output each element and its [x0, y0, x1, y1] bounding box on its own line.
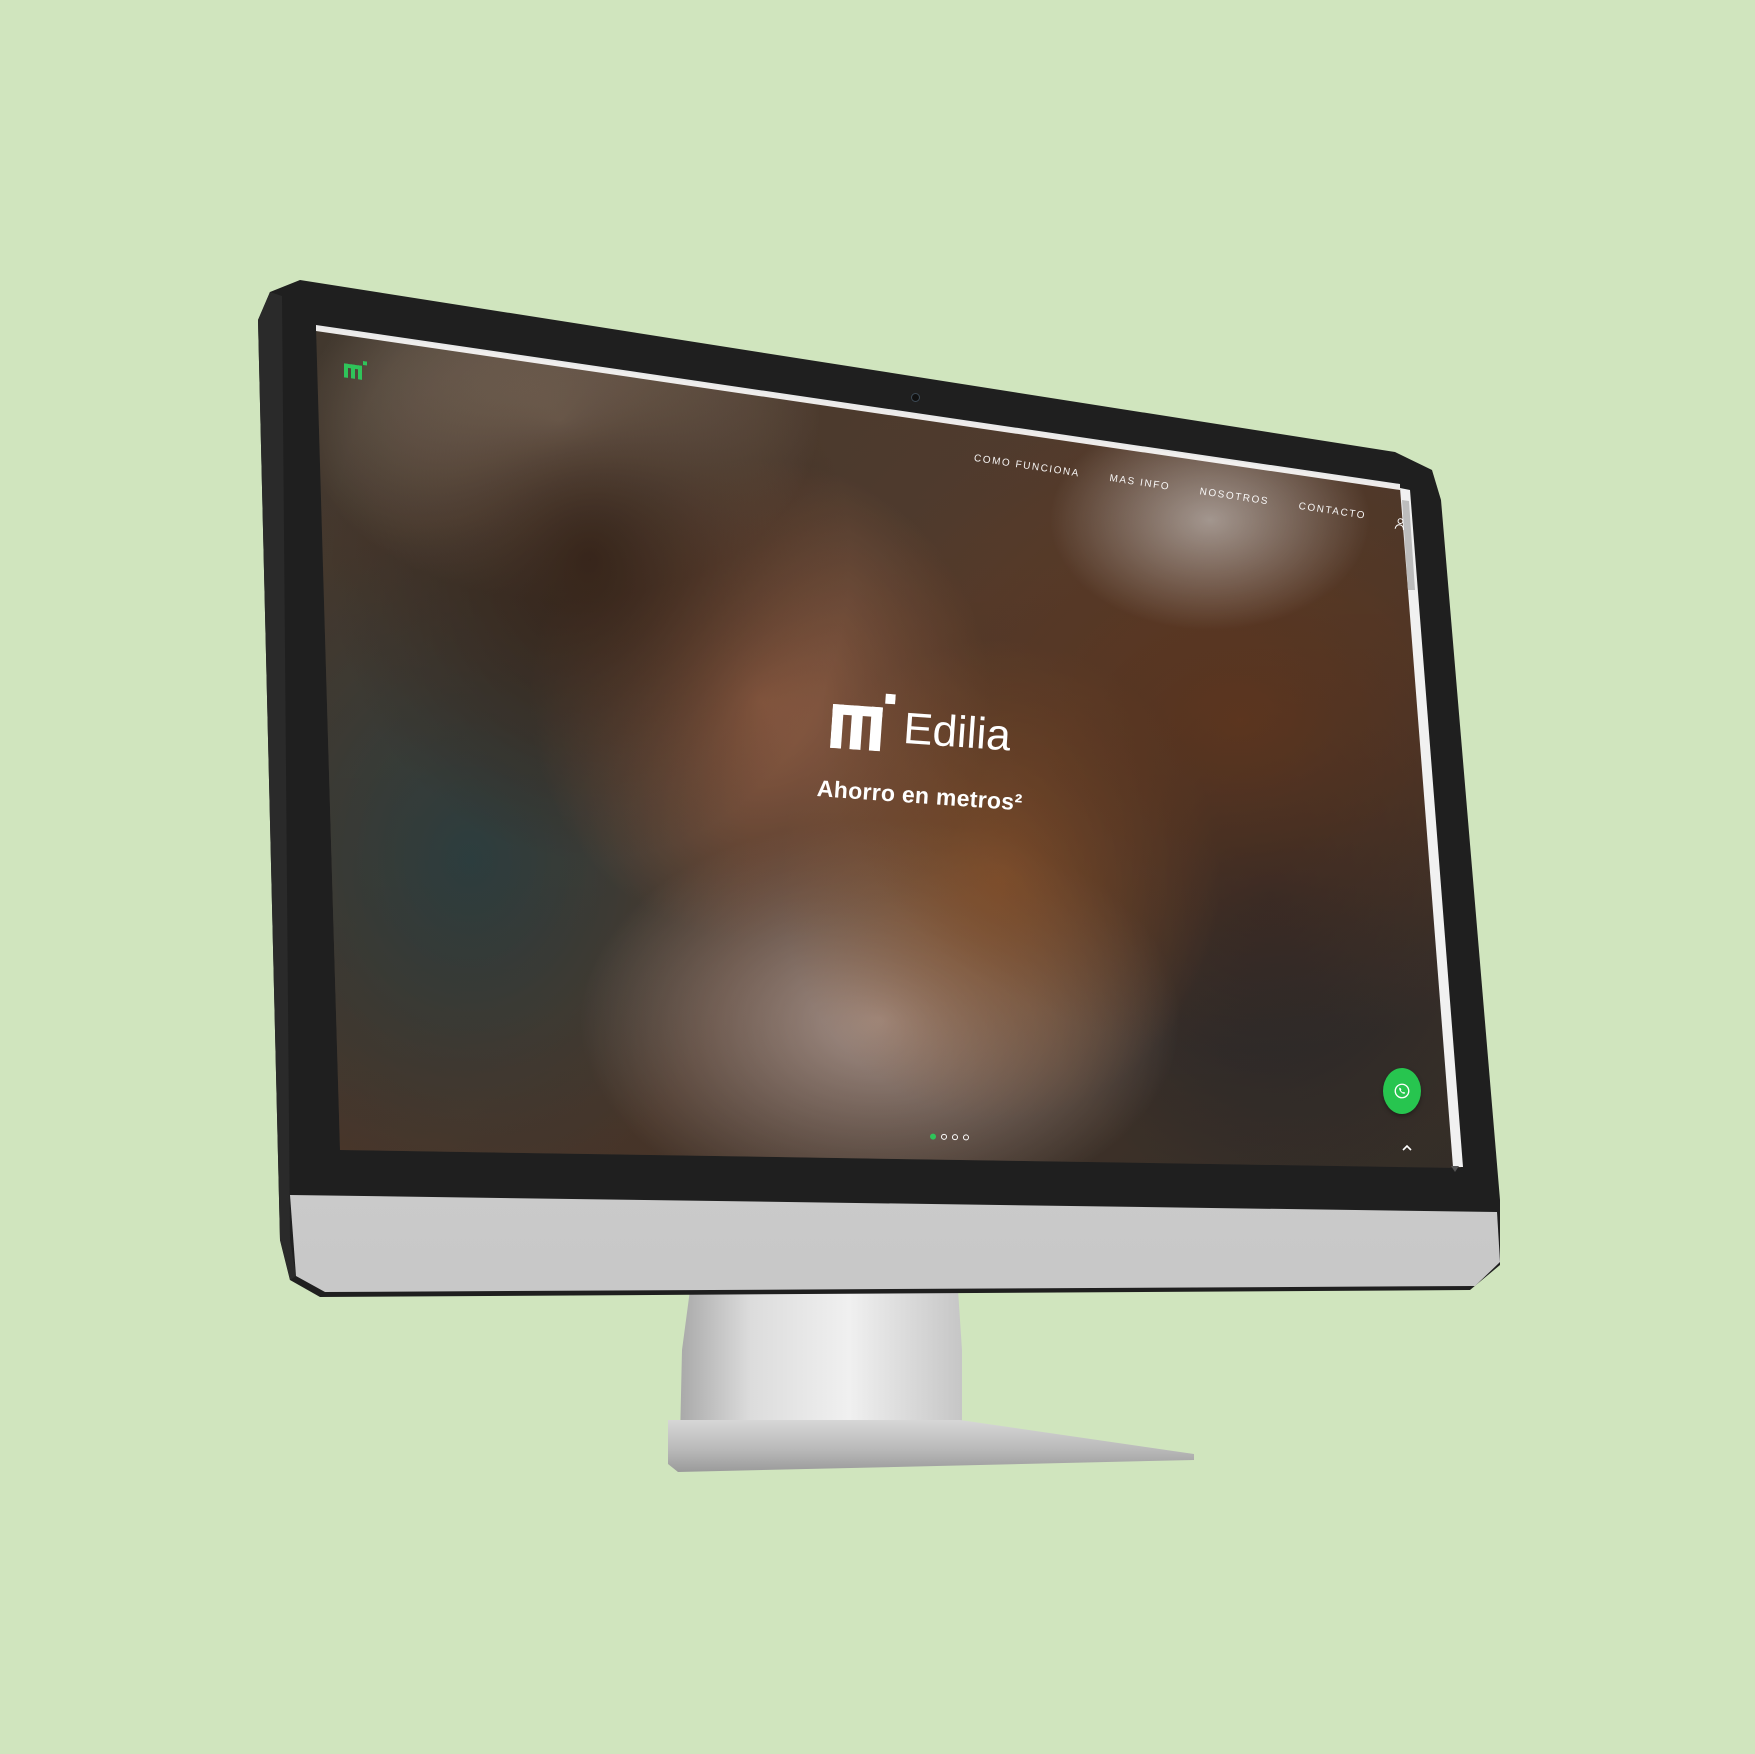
user-icon[interactable]: [1394, 514, 1407, 530]
whatsapp-icon: [1394, 1083, 1410, 1099]
hero-section: Edilia Ahorro en metros²: [816, 690, 1029, 816]
whatsapp-button[interactable]: [1383, 1068, 1421, 1114]
hero-overlay: [316, 327, 1461, 1168]
monitor-scene: COMO FUNCIONA MAS INFO NOSOTROS CONTACTO: [0, 0, 1755, 1754]
webcam-icon: [911, 393, 920, 402]
monitor-stand-base: [668, 1420, 1194, 1472]
brand-logo-icon: [829, 690, 896, 752]
chevron-up-icon: [1402, 1144, 1412, 1151]
slider-pagination: [929, 1133, 970, 1141]
slider-dot-3[interactable]: [951, 1134, 959, 1141]
site-logo-icon[interactable]: [344, 358, 368, 381]
slider-dot-4[interactable]: [962, 1134, 970, 1141]
scrollbar-down-arrow-icon[interactable]: [1451, 1157, 1459, 1172]
hero-brand: Edilia: [829, 690, 1029, 762]
brand-name: Edilia: [901, 704, 1013, 761]
monitor-stand-neck: [680, 1290, 962, 1440]
slider-dot-2[interactable]: [940, 1133, 948, 1140]
scroll-to-top-button[interactable]: [1400, 1140, 1414, 1154]
logo-mark-icon: [344, 360, 367, 380]
slider-dot-1[interactable]: [929, 1133, 937, 1140]
